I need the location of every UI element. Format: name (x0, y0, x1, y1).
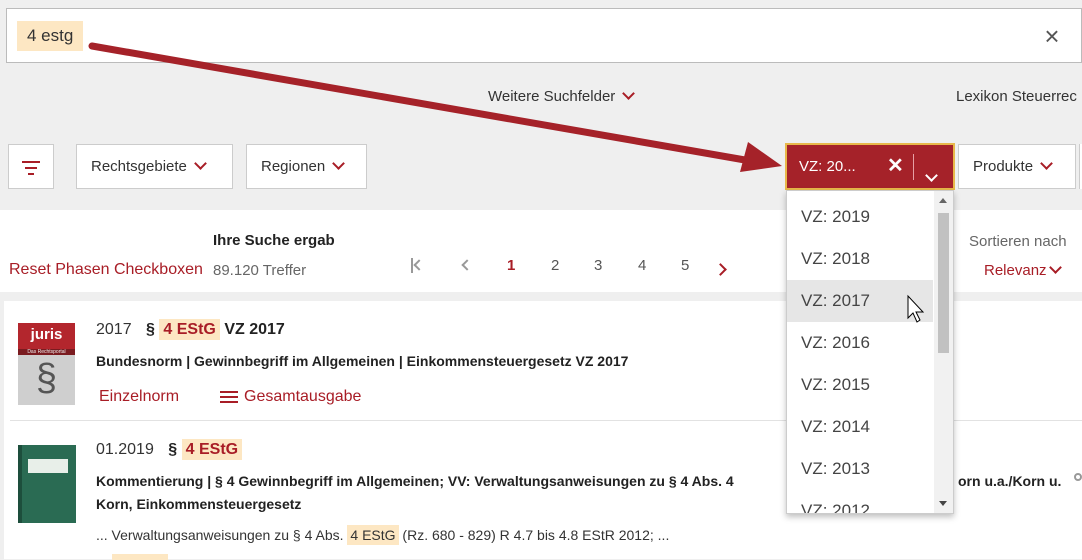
annotation-arrow (88, 42, 925, 323)
mouse-cursor-icon (907, 294, 925, 323)
